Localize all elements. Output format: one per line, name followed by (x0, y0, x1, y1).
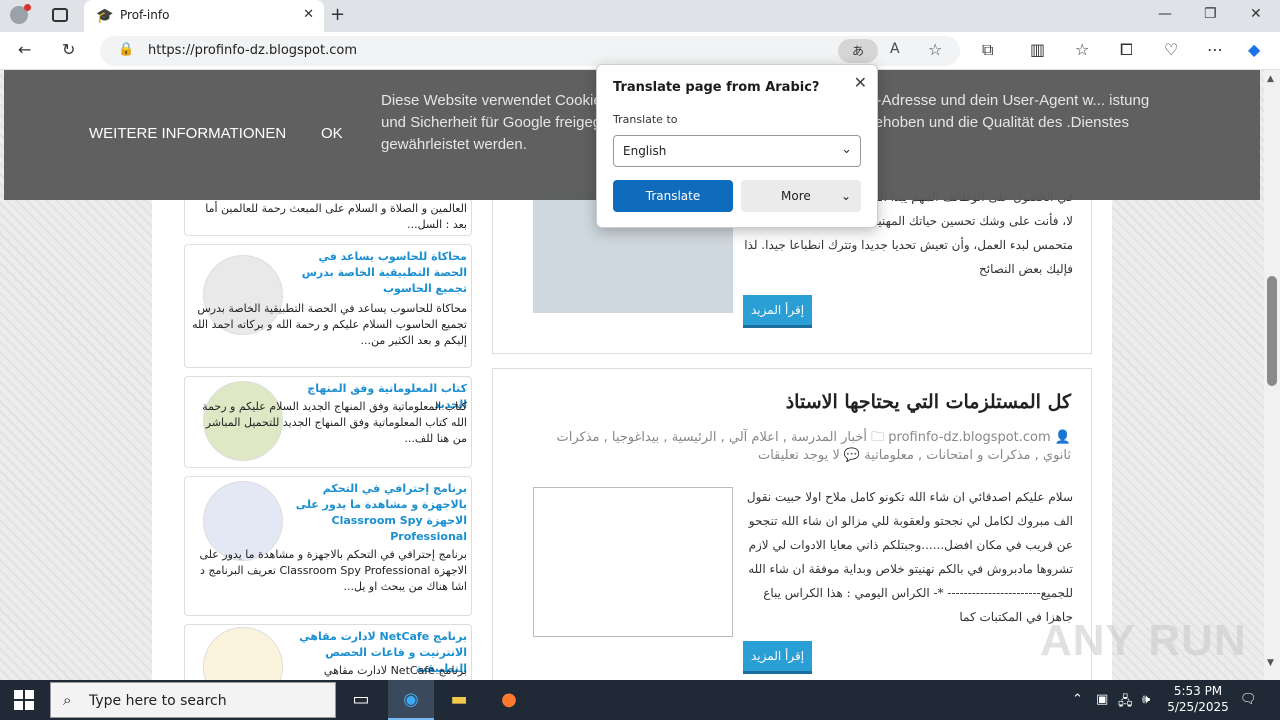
page-scrollbar[interactable]: ▲ ▼ (1264, 70, 1280, 680)
scrollbar-thumb[interactable] (1267, 276, 1277, 386)
card-title[interactable]: برنامج إحترافي في التحكم بالاجهزة و مشاه… (289, 481, 467, 545)
minimize-icon[interactable]: — (1158, 6, 1172, 22)
network-icon[interactable]: 🖧 (1118, 692, 1133, 714)
tab-close-icon[interactable]: ✕ (303, 7, 314, 22)
file-explorer-icon[interactable]: ▬ (436, 680, 482, 720)
lock-icon[interactable]: 🔒 (118, 42, 134, 57)
more-menu-icon[interactable]: ⋯ (1207, 40, 1223, 59)
favorite-star-icon[interactable]: ☆ (928, 40, 942, 59)
card-excerpt: برنامج إحترافي في التحكم بالاجهزة و مشاه… (199, 548, 467, 593)
chevron-down-icon: ⌄ (841, 142, 852, 157)
read-more-button[interactable]: إقرأ المزيد (743, 641, 813, 674)
read-aloud-icon[interactable]: A (890, 41, 900, 57)
clock-date: 5/25/2025 (1167, 700, 1229, 714)
search-placeholder: Type here to search (89, 693, 227, 709)
task-view-icon[interactable]: ▭ (338, 680, 384, 720)
author-icon: 👤 (1054, 430, 1071, 445)
tab-bar: 🎓 Prof-info ✕ + — ❐ ✕ (0, 0, 1280, 32)
translate-button[interactable]: Translate (613, 180, 733, 212)
card-excerpt: محاكاة للحاسوب يساعد في الحصة التطبيقية … (192, 302, 467, 347)
clock-time: 5:53 PM (1173, 684, 1223, 698)
refresh-icon[interactable]: ↻ (62, 40, 75, 59)
copilot-icon[interactable]: ◆ (1248, 40, 1260, 59)
windows-start-icon[interactable] (14, 690, 34, 710)
watermark-logo: ANY RUN (1040, 616, 1247, 665)
card-excerpt: كتاب المعلوماتية وفق المنهاج الجديد السل… (202, 400, 467, 445)
post-meta: 👤 profinfo-dz.blogspot.com 🗀 أخبار المدر… (531, 429, 1071, 465)
language-select[interactable]: English ⌄ (613, 135, 861, 167)
post-author[interactable]: profinfo-dz.blogspot.com (888, 430, 1050, 445)
post-thumbnail[interactable] (533, 487, 733, 637)
blog-post: كل المستلزمات التي يحتاجها الاستاذ 👤 pro… (492, 368, 1092, 680)
show-hidden-icons-icon[interactable]: ⌃ (1072, 692, 1083, 707)
edge-icon[interactable]: ◉ (388, 680, 434, 720)
sidebar-post-card[interactable]: محاكاة للحاسوب يساعد في الحصة التطبيقية … (184, 244, 472, 368)
address-bar[interactable]: 🔒 https://profinfo-dz.blogspot.com あ A ☆ (100, 36, 960, 66)
tab-actions-icon[interactable] (52, 8, 68, 22)
translate-popup: Translate page from Arabic? ✕ Translate … (596, 64, 878, 228)
chevron-down-icon: ⌄ (840, 189, 851, 203)
sidebar-post-card[interactable]: العالمين و الصلاة و السلام على المبعث رح… (184, 198, 472, 236)
sidebar-post-card[interactable]: برنامج إحترافي في التحكم بالاجهزة و مشاه… (184, 476, 472, 616)
window-close-icon[interactable]: ✕ (1250, 6, 1262, 22)
notifications-icon[interactable]: 🗨 (1240, 692, 1257, 707)
restore-icon[interactable]: ❐ (1204, 6, 1217, 22)
card-excerpt: برنامج NetCafe لادارت مقاهي (323, 664, 467, 677)
scroll-down-icon[interactable]: ▼ (1267, 658, 1274, 668)
sidebar-post-card[interactable]: برنامج NetCafe لادارت مقاهي الانترنيت و … (184, 624, 472, 680)
folder-icon: 🗀 (871, 430, 885, 445)
translate-to-label: Translate to (613, 113, 678, 126)
more-button[interactable]: More ⌄ (741, 180, 861, 212)
comment-icon: 💬 (843, 448, 861, 463)
more-info-link[interactable]: WEITERE INFORMATIONEN (89, 125, 286, 142)
search-icon: ⌕ (63, 691, 72, 709)
device-icon[interactable]: ▣ (1096, 692, 1108, 707)
collections-icon[interactable]: ⧠ (1120, 40, 1133, 60)
card-excerpt: العالمين و الصلاة و السلام على المبعث رح… (205, 202, 467, 231)
cookie-ok-button[interactable]: OK (321, 125, 343, 142)
graduation-cap-icon: 🎓 (96, 8, 114, 24)
browser-essentials-icon[interactable]: ♡ (1164, 40, 1178, 59)
post-title[interactable]: كل المستلزمات التي يحتاجها الاستاذ (786, 391, 1071, 413)
read-more-button[interactable]: إقرأ المزيد (743, 295, 813, 328)
translate-title: Translate page from Arabic? (613, 80, 820, 95)
firefox-icon[interactable]: ● (486, 680, 532, 720)
taskbar-search[interactable]: ⌕ Type here to search (50, 682, 336, 718)
translate-icon[interactable]: あ (838, 39, 878, 63)
tab-prof-info[interactable]: 🎓 Prof-info ✕ (84, 0, 324, 32)
extensions-icon[interactable]: ⧉ (982, 40, 993, 60)
url-text[interactable]: https://profinfo-dz.blogspot.com (148, 43, 357, 58)
card-title[interactable]: محاكاة للحاسوب يساعد في الحصة التطبيقية … (289, 249, 467, 297)
scroll-up-icon[interactable]: ▲ (1267, 74, 1274, 84)
taskbar-clock[interactable]: 5:53 PM 5/25/2025 (1162, 683, 1234, 715)
selected-language: English (623, 144, 667, 158)
profile-icon[interactable] (10, 4, 31, 24)
new-tab-icon[interactable]: + (330, 4, 345, 25)
back-icon[interactable]: ← (18, 40, 31, 59)
volume-icon[interactable]: 🕪 (1142, 692, 1150, 707)
post-comments[interactable]: لا يوجد تعليقات (758, 448, 840, 463)
taskbar: ⌕ Type here to search ▭ ◉ ▬ ● ⌃ ▣ 🖧 🕪 5:… (0, 680, 1280, 720)
tab-title: Prof-info (120, 8, 170, 22)
favorites-icon[interactable]: ☆ (1075, 40, 1089, 59)
post-excerpt: سلام عليكم اصدقائي ان شاء الله تكونو كام… (746, 490, 1073, 624)
split-screen-icon[interactable]: ▥ (1030, 40, 1045, 59)
sidebar-post-card[interactable]: كتاب المعلوماتية وفق المنهاج الجديد كتاب… (184, 376, 472, 468)
popup-close-icon[interactable]: ✕ (854, 73, 867, 92)
more-label: More (781, 189, 811, 203)
